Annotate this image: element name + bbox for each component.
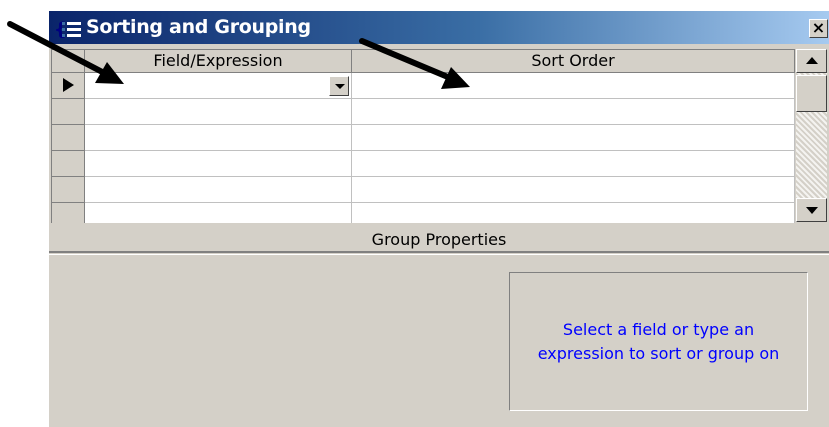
record-selector[interactable]	[52, 151, 85, 177]
dropdown-arrow-icon[interactable]	[329, 76, 349, 96]
column-header-field-expression[interactable]: Field/Expression	[85, 50, 352, 73]
vertical-scrollbar[interactable]	[796, 49, 827, 222]
record-selector[interactable]	[52, 177, 85, 203]
sort-order-cell[interactable]	[352, 73, 795, 99]
close-button[interactable]: ×	[809, 19, 828, 38]
field-expression-cell[interactable]	[85, 203, 352, 223]
column-header-sort-order[interactable]: Sort Order	[352, 50, 795, 73]
scroll-down-icon[interactable]	[796, 198, 827, 222]
hint-panel: Select a field or type an expression to …	[509, 272, 808, 411]
field-expression-cell[interactable]	[85, 99, 352, 125]
field-expression-cell[interactable]	[85, 151, 352, 177]
sort-order-cell[interactable]	[352, 151, 795, 177]
sort-order-cell[interactable]	[352, 99, 795, 125]
scroll-up-icon[interactable]	[796, 49, 827, 73]
divider	[49, 254, 829, 255]
hint-line: expression to sort or group on	[537, 343, 780, 363]
hint-line: Select a field or type an	[562, 319, 755, 339]
field-expression-cell[interactable]	[85, 73, 352, 99]
title-bar[interactable]: { Sorting and Grouping ×	[49, 11, 829, 44]
hint-text: Select a field or type an expression to …	[538, 318, 780, 366]
field-expression-cell[interactable]	[85, 125, 352, 151]
field-expression-cell[interactable]	[85, 177, 352, 203]
record-selector[interactable]	[52, 125, 85, 151]
report-grouping-icon: {	[54, 19, 81, 39]
record-selector[interactable]	[52, 203, 85, 223]
sort-order-cell[interactable]	[352, 203, 795, 223]
scroll-thumb[interactable]	[796, 75, 827, 112]
window-title: Sorting and Grouping	[86, 16, 311, 38]
sort-order-cell[interactable]	[352, 177, 795, 203]
sort-group-grid: Field/Expression Sort Order	[51, 49, 795, 223]
group-properties-header: Group Properties	[49, 227, 829, 253]
record-selector-current[interactable]	[52, 73, 85, 99]
sorting-grouping-dialog: { Sorting and Grouping × Field/Expressio…	[49, 11, 829, 427]
record-selector[interactable]	[52, 99, 85, 125]
grid-corner[interactable]	[52, 50, 85, 73]
close-icon: ×	[811, 18, 826, 37]
sort-order-cell[interactable]	[352, 125, 795, 151]
